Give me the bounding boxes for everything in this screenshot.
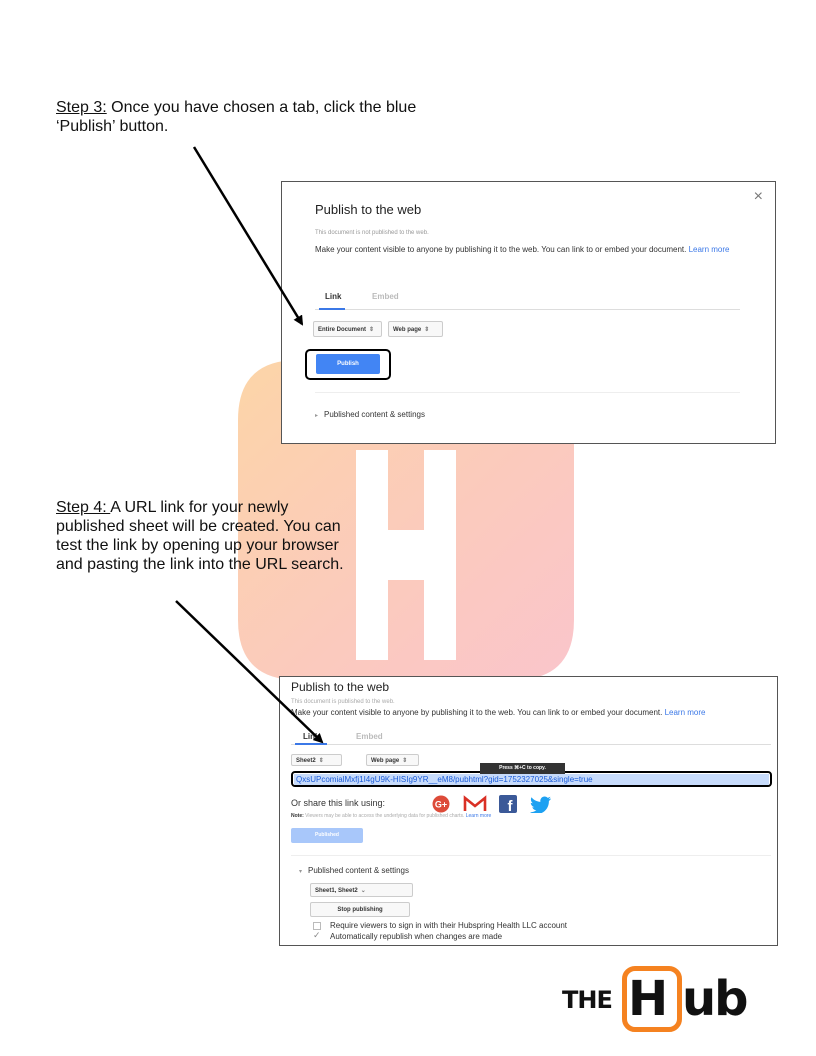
publish-status: This document is not published to the we…: [315, 230, 429, 236]
sheets-select[interactable]: Sheet1, Sheet2 ⌄: [310, 883, 413, 897]
dialog-tabs: Link Embed: [315, 290, 740, 310]
format-select[interactable]: Web page ⇕: [366, 754, 419, 766]
step-3-label: Step 3:: [56, 99, 107, 116]
step-3-text: Once you have chosen a tab, click the bl…: [56, 99, 417, 135]
caret-down-icon: ▾: [299, 869, 303, 875]
scope-select[interactable]: Sheet2 ⇕: [291, 754, 342, 766]
dialog-description: Make your content visible to anyone by p…: [315, 245, 730, 254]
publish-dialog-before: × Publish to the web This document is no…: [281, 181, 776, 444]
dialog-title: Publish to the web: [315, 202, 422, 217]
select-arrows-icon: ⇕: [369, 327, 375, 333]
dialog-title: Publish to the web: [291, 680, 390, 694]
divider: [315, 392, 740, 393]
select-arrows-icon: ⇕: [424, 327, 430, 333]
charts-note: Note: Viewers may be able to access the …: [291, 813, 492, 819]
logo-h: H: [628, 971, 669, 1027]
active-tab-indicator: [295, 743, 327, 745]
select-arrows-icon: ⇕: [318, 758, 324, 764]
scope-select[interactable]: Entire Document ⇕: [313, 321, 382, 337]
tab-link[interactable]: Link: [325, 292, 341, 301]
facebook-icon[interactable]: f: [496, 795, 520, 813]
active-tab-indicator: [319, 308, 345, 310]
note-learn-more-link[interactable]: Learn more: [466, 813, 492, 819]
logo-the: THE: [562, 986, 613, 1014]
require-sign-in-checkbox[interactable]: Require viewers to sign in with their Hu…: [313, 921, 567, 930]
tab-embed[interactable]: Embed: [356, 732, 383, 741]
publish-status: This document is published to the web.: [291, 699, 395, 705]
svg-text:G+: G+: [435, 800, 447, 810]
gmail-icon[interactable]: [463, 795, 487, 813]
step-4-instruction: Step 4: A URL link for your newly publis…: [56, 498, 356, 574]
google-plus-icon[interactable]: G+: [429, 795, 453, 813]
caret-right-icon: ▸: [315, 413, 319, 419]
logo-ub: ub: [682, 971, 749, 1027]
auto-republish-checkbox[interactable]: ✓ Automatically republish when changes ar…: [313, 930, 502, 941]
dialog-description: Make your content visible to anyone by p…: [291, 708, 706, 717]
tab-link[interactable]: Link: [303, 732, 319, 741]
published-settings-toggle[interactable]: ▾ Published content & settings: [299, 866, 409, 875]
published-settings-toggle[interactable]: ▸ Published content & settings: [315, 410, 425, 419]
publish-dialog-after: Publish to the web This document is publ…: [279, 676, 778, 946]
share-label: Or share this link using:: [291, 798, 386, 808]
twitter-icon[interactable]: [529, 795, 553, 813]
copy-tooltip: Press ⌘+C to copy.: [480, 763, 565, 774]
checkbox-unchecked[interactable]: [313, 922, 321, 930]
close-icon[interactable]: ×: [754, 188, 763, 206]
tab-embed[interactable]: Embed: [372, 292, 399, 301]
select-arrows-icon: ⇕: [402, 758, 408, 764]
step-4-label: Step 4:: [56, 499, 111, 516]
format-select[interactable]: Web page ⇕: [388, 321, 443, 337]
divider: [291, 855, 771, 856]
learn-more-link[interactable]: Learn more: [665, 708, 706, 717]
checkmark-icon[interactable]: ✓: [313, 930, 321, 941]
step-3-instruction: Step 3: Once you have chosen a tab, clic…: [56, 98, 476, 136]
learn-more-link[interactable]: Learn more: [689, 245, 730, 254]
the-hub-logo: THE H ub: [562, 960, 790, 1042]
stop-publishing-button[interactable]: Stop publishing: [310, 902, 410, 917]
publish-button-highlight: [305, 349, 391, 380]
published-url[interactable]: QxsUPcomialMxfj1I4gU9K-HISIg9YR__eM8/pub…: [294, 774, 769, 785]
published-button: Published: [291, 828, 363, 843]
dialog-tabs: Link Embed: [291, 731, 771, 745]
chevron-down-icon: ⌄: [360, 888, 366, 894]
